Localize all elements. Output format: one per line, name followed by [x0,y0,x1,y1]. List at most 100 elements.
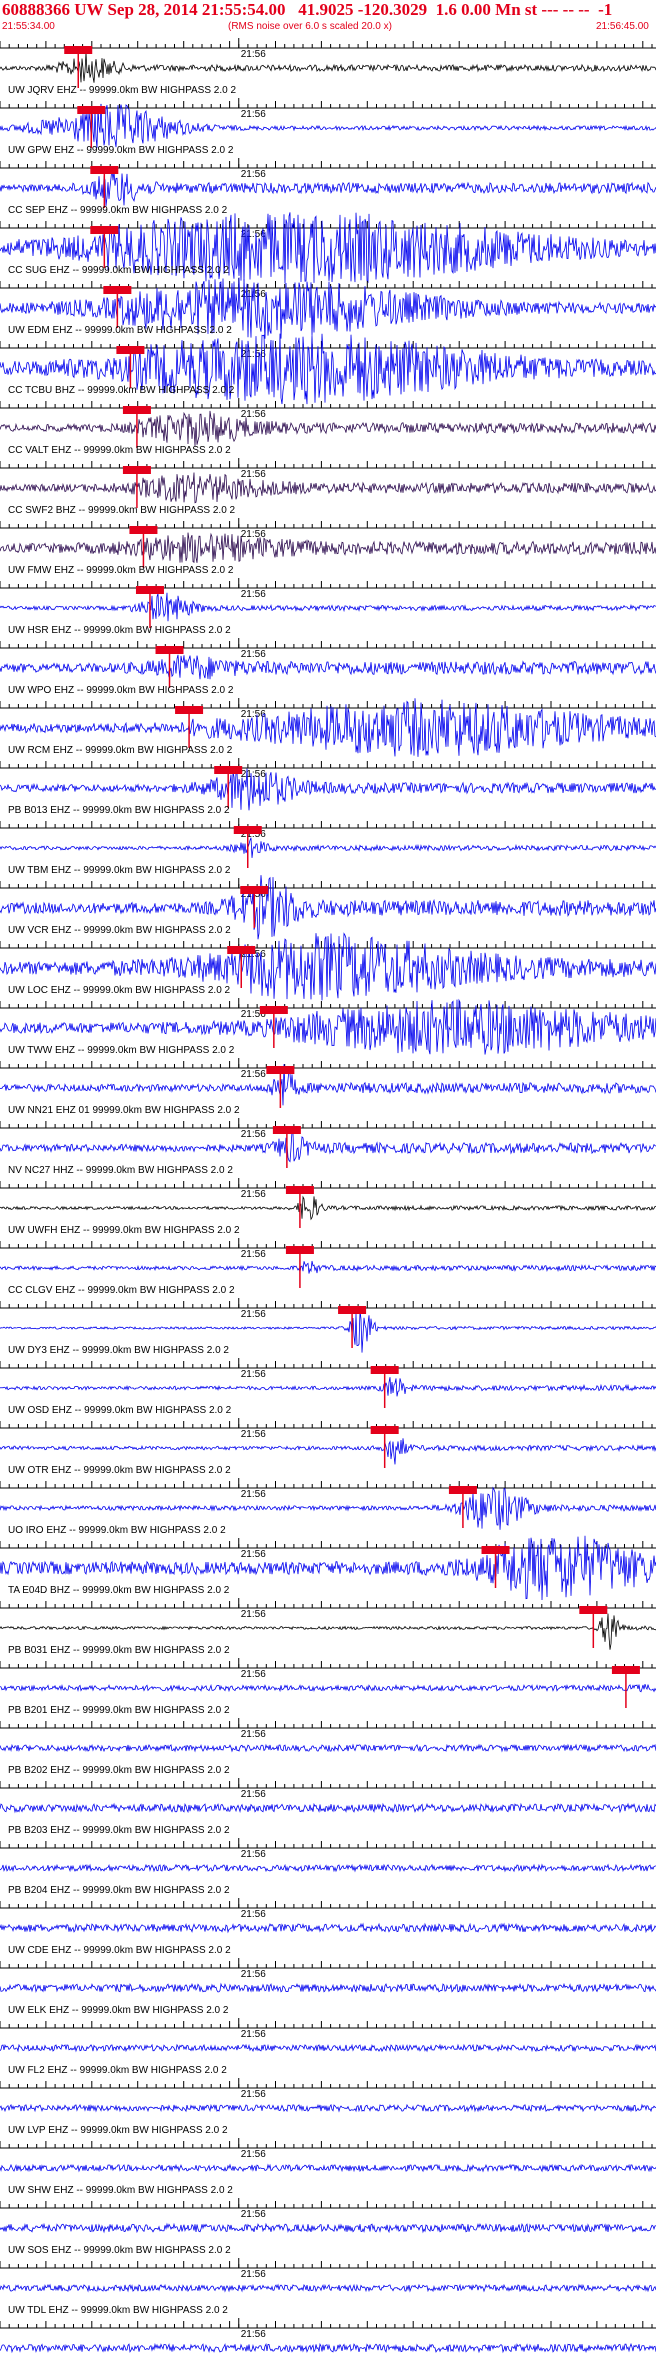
noise-note: (RMS noise over 6.0 s scaled 20.0 x) [228,21,392,32]
trace-row: 21:56 UW CDE EHZ -- 99999.0km BW HIGHPASS… [0,1945,656,1993]
waveform [0,1130,656,1163]
waveform [0,654,656,680]
pick-marker [175,706,204,714]
trace-label: CC SEP EHZ -- 99999.0km BW HIGHPASS 2.0 … [8,205,228,216]
waveform [0,1743,656,1753]
pick-marker [448,1486,477,1494]
minute-label: 21:56 [241,1669,266,1680]
pick-marker [259,1006,288,1014]
pick-marker [116,346,145,354]
waveform [0,52,656,83]
trace-label: UW WPO EHZ -- 99999.0km BW HIGHPASS 2.0 … [8,685,234,696]
pick-marker [579,1606,608,1614]
trace-label: UW UWFH EHZ -- 99999.0km BW HIGHPASS 2.0… [8,1225,240,1236]
trace-row: 21:56 CC VALT EHZ -- 99999.0km BW HIGHPAS… [0,445,656,508]
waveform [0,1922,656,1934]
pick-marker [338,1306,367,1314]
trace-row: 21:56 CC CLGV EHZ -- 99999.0km BW HIGHPAS… [0,1285,656,1353]
trace-label: PB B203 EHZ -- 99999.0km BW HIGHPASS 2.0… [8,1825,230,1836]
minute-label: 21:56 [241,1309,266,1320]
waveform [0,2103,656,2113]
trace-label: TA E04D BHZ -- 99999.0km BW HIGHPASS 2.0… [8,1585,230,1596]
end-time: 21:56:45.00 [596,21,649,32]
trace-row: 21:56 UW OTR EHZ -- 99999.0km BW HIGHPASS… [0,1465,656,1530]
minute-label: 21:56 [241,2029,266,2040]
minute-label: 21:56 [241,1549,266,1560]
waveform [0,1863,656,1873]
trace-label: UW TBM EHZ -- 99999.0km BW HIGHPASS 2.0 … [8,865,231,876]
waveform [0,837,656,858]
pick-marker [266,1066,295,1074]
trace-row: 21:56 NV NC27 HHZ -- 99999.0km BW HIGHPAS… [0,1165,656,1228]
pick-marker [103,286,132,294]
minute-label: 21:56 [241,1969,266,1980]
minute-label: 21:56 [241,409,266,420]
waveform [0,1683,656,1693]
trace-label: NV NC27 HHZ -- 99999.0km BW HIGHPASS 2.0… [8,1165,233,1176]
trace-label: UW SOS EHZ -- 99999.0km BW HIGHPASS 2.0 … [8,2245,231,2256]
trace-row: 21:56 UW TDL EHZ -- 99999.0km BW HIGHPASS… [0,2305,656,2354]
trace-label: PB B031 EHZ -- 99999.0km BW HIGHPASS 2.0… [8,1645,230,1656]
trace-label: UO IRO EHZ -- 99999.0km BW HIGHPASS 2.0 … [8,1525,226,1536]
waveform [0,2043,656,2053]
trace-label: CC VALT EHZ -- 99999.0km BW HIGHPASS 2.0… [8,445,231,456]
waveform [0,1982,656,1993]
waveform [0,1195,656,1221]
trace-row: 21:56 PB B202 EHZ -- 99999.0km BW HIGHPAS… [0,1765,656,1814]
trace-label: UW OSD EHZ -- 99999.0km BW HIGHPASS 2.0 … [8,1405,232,1416]
pick-marker [77,106,106,114]
minute-label: 21:56 [241,589,266,600]
waveform [0,472,656,504]
minute-label: 21:56 [241,469,266,480]
trace-label: CC CLGV EHZ -- 99999.0km BW HIGHPASS 2.0… [8,1285,235,1296]
trace-label: UW OTR EHZ -- 99999.0km BW HIGHPASS 2.0 … [8,1465,231,1476]
trace-label: UW GPW EHZ -- 99999.0km BW HIGHPASS 2.0 … [8,145,234,156]
trace-row: 21:56 PB B031 EHZ -- 99999.0km BW HIGHPAS… [0,1645,656,1708]
trace-label: UW HSR EHZ -- 99999.0km BW HIGHPASS 2.0 … [8,625,231,636]
trace-row: 21:56 UW GPW EHZ -- 99999.0km BW HIGHPASS… [0,145,656,208]
waveform [0,1802,656,1814]
waveform [0,2283,656,2293]
minute-label: 21:56 [241,1609,266,1620]
pick-marker [122,466,151,474]
trace-label: UW ELK EHZ -- 99999.0km BW HIGHPASS 2.0 … [8,2005,229,2016]
trace-label: CC TCBU BHZ -- 99999.0km BW HIGHPASS 2.0… [8,385,235,396]
trace-row: 21:56 UW TWW EHZ -- 99999.0km BW HIGHPASS… [0,1045,656,1108]
minute-label: 21:56 [241,1429,266,1440]
trace-label: PB B201 EHZ -- 99999.0km BW HIGHPASS 2.0… [8,1705,230,1716]
pick-marker [90,226,119,234]
minute-label: 21:56 [241,2269,266,2280]
waveform [0,1438,656,1465]
trace-label: UW TWW EHZ -- 99999.0km BW HIGHPASS 2.0 … [8,1045,235,1056]
trace-row: 21:56 UW SOS EHZ -- 99999.0km BW HIGHPASS… [0,2245,656,2293]
trace-label: UW DY3 EHZ -- 99999.0km BW HIGHPASS 2.0 … [8,1345,229,1356]
trace-row: 21:56 TA E04D BHZ -- 99999.0km BW HIGHPAS… [0,1585,656,1650]
trace-label: UW EDM EHZ -- 99999.0km BW HIGHPASS 2.0 … [8,325,232,336]
plot-header: 60888366 UW Sep 28, 2014 21:55:54.00 41.… [0,0,656,34]
pick-marker [214,766,243,774]
minute-label: 21:56 [241,1129,266,1140]
minute-label: 21:56 [241,529,266,540]
trace-row: 21:56 UW DY3 EHZ -- 99999.0km BW HIGHPASS… [0,1345,656,1408]
event-title: 60888366 UW Sep 28, 2014 21:55:54.00 41.… [2,0,613,19]
minute-label: 21:56 [241,1369,266,1380]
trace-label: UW VCR EHZ -- 99999.0km BW HIGHPASS 2.0 … [8,925,231,936]
waveform [0,1486,656,1530]
minute-label: 21:56 [241,2149,266,2160]
trace-row: 21:56 UW SHW EHZ -- 99999.0km BW HIGHPASS… [0,2185,656,2234]
trace-label: BK MOD HHZ 00 99999.0km BW HIGHPASS 2.0 … [8,34,235,36]
trace-label: UW CDE EHZ -- 99999.0km BW HIGHPASS 2.0 … [8,1945,231,1956]
pick-marker [129,526,158,534]
trace-label: PB B013 EHZ -- 99999.0km BW HIGHPASS 2.0… [8,805,230,816]
trace-row: 21:56 UW RCM EHZ -- 99999.0km BW HIGHPASS… [0,745,656,811]
minute-label: 21:56 [241,2329,266,2340]
start-time: 21:55:34.00 [2,21,55,32]
minute-label: 21:56 [241,1729,266,1740]
waveform [0,592,656,622]
waveform [0,2163,656,2173]
minute-label: 21:56 [241,169,266,180]
trace-row: 21:56PB B013 EHZ -- 99999.0km BW HIGHPAS… [0,805,656,868]
trace-row: 21:56 UW FMW EHZ -- 99999.0km BW HIGHPASS… [0,565,656,628]
waveform [0,410,656,447]
waveform [0,1064,656,1106]
